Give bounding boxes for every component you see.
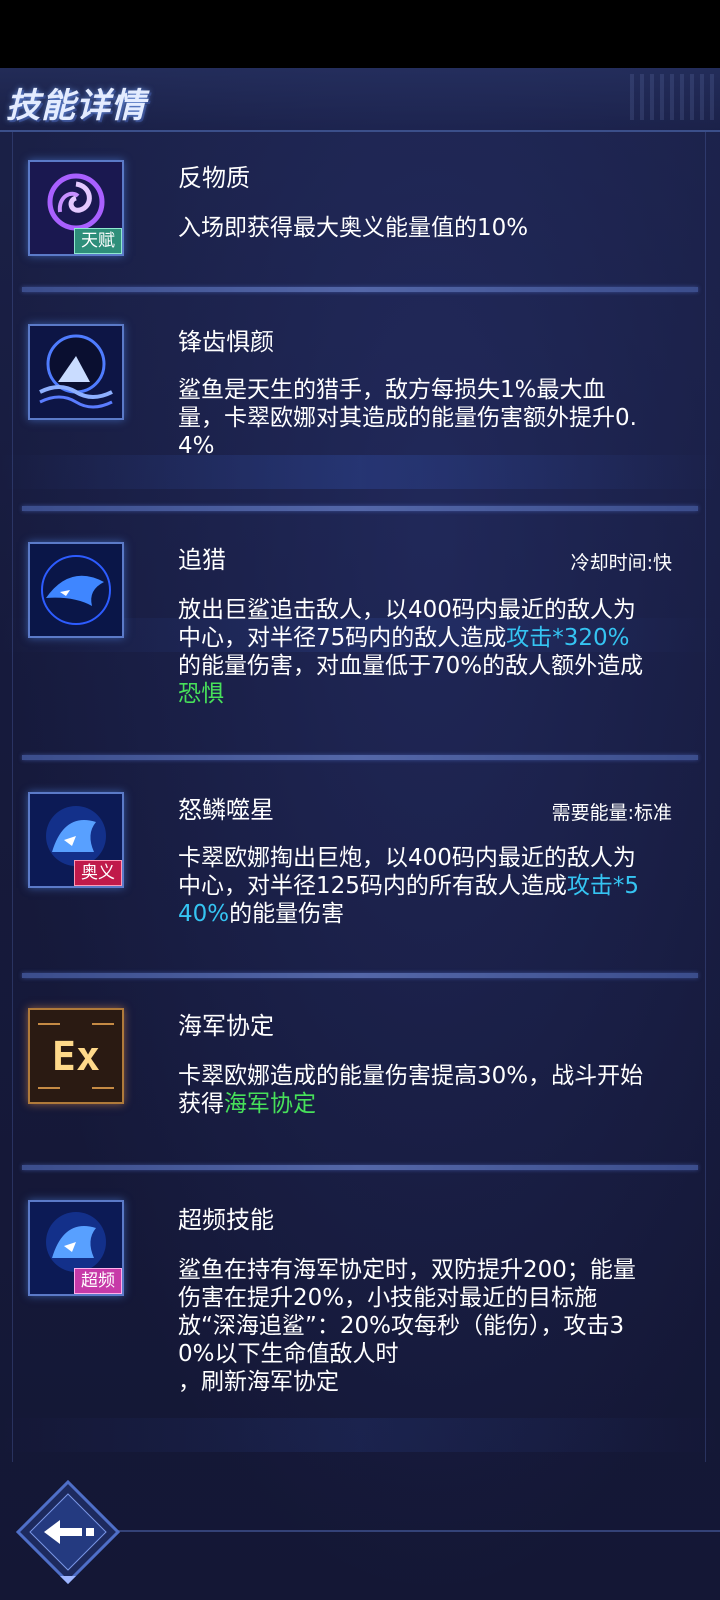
- divider: [22, 973, 698, 978]
- divider: [22, 1165, 698, 1170]
- back-button[interactable]: [14, 1478, 122, 1586]
- skill-description: 鲨鱼是天生的猎手，敌方每损失1%最大血量，卡翠欧娜对其造成的能量伤害额外提升0.…: [178, 377, 637, 459]
- divider: [22, 755, 698, 760]
- overclock-badge: 超频: [74, 1268, 122, 1294]
- skill-icon-shark-wave[interactable]: [28, 324, 124, 420]
- skill-description: 鲨鱼在持有海军协定时，双防提升200；能量伤害在提升20%，小技能对最近的目标施…: [178, 1257, 636, 1395]
- ex-icon-text: Ex: [52, 1034, 100, 1080]
- skill-name: 怒鳞噬星: [178, 796, 274, 824]
- skill-name: 海军协定: [178, 1012, 274, 1040]
- highlight-attack: 攻击*320%: [506, 625, 630, 651]
- skill-icon-shark-hunt[interactable]: [28, 542, 124, 638]
- highlight-status: 恐惧: [178, 681, 224, 707]
- shark-wave-icon: [30, 326, 122, 418]
- shark-hunt-icon: [30, 544, 122, 636]
- energy-requirement-label: 需要能量:标准: [551, 802, 672, 824]
- skill-description: 放出巨鲨追击敌人，以400码内最近的敌人为中心，对半径75码内的敌人造成攻击*3…: [178, 597, 644, 707]
- skill-icon-overclock[interactable]: 超频: [28, 1200, 124, 1296]
- highlight-buff: 海军协定: [224, 1091, 316, 1117]
- skill-description: 入场即获得最大奥义能量值的10%: [178, 215, 529, 241]
- skill-name: 超频技能: [178, 1206, 274, 1234]
- skill-icon-shark-cannon[interactable]: 奥义: [28, 792, 124, 888]
- status-bar: [0, 0, 720, 68]
- skill-name: 反物质: [178, 164, 250, 192]
- skill-icon-antimatter[interactable]: 天赋: [28, 160, 124, 256]
- skill-description: 卡翠欧娜造成的能量伤害提高30%，战斗开始获得海军协定: [178, 1063, 644, 1117]
- header-decoration: [630, 74, 720, 120]
- page-title: 技能详情: [6, 86, 146, 126]
- cooldown-label: 冷却时间:快: [570, 552, 672, 574]
- skill-description: 卡翠欧娜掏出巨炮，以400码内最近的敌人为中心，对半径125码内的所有敌人造成攻…: [178, 845, 640, 927]
- back-arrow-icon: [15, 1479, 121, 1585]
- page-header: 技能详情: [0, 68, 720, 132]
- divider: [22, 287, 698, 292]
- ultimate-badge: 奥义: [74, 860, 122, 886]
- ex-icon: Ex: [30, 1010, 122, 1102]
- skill-name: 追猎: [178, 546, 226, 574]
- footer-line: [110, 1530, 720, 1532]
- skill-icon-ex[interactable]: Ex: [28, 1008, 124, 1104]
- talent-badge: 天赋: [74, 228, 122, 254]
- divider: [22, 506, 698, 511]
- skill-name: 锋齿惧颜: [178, 328, 274, 356]
